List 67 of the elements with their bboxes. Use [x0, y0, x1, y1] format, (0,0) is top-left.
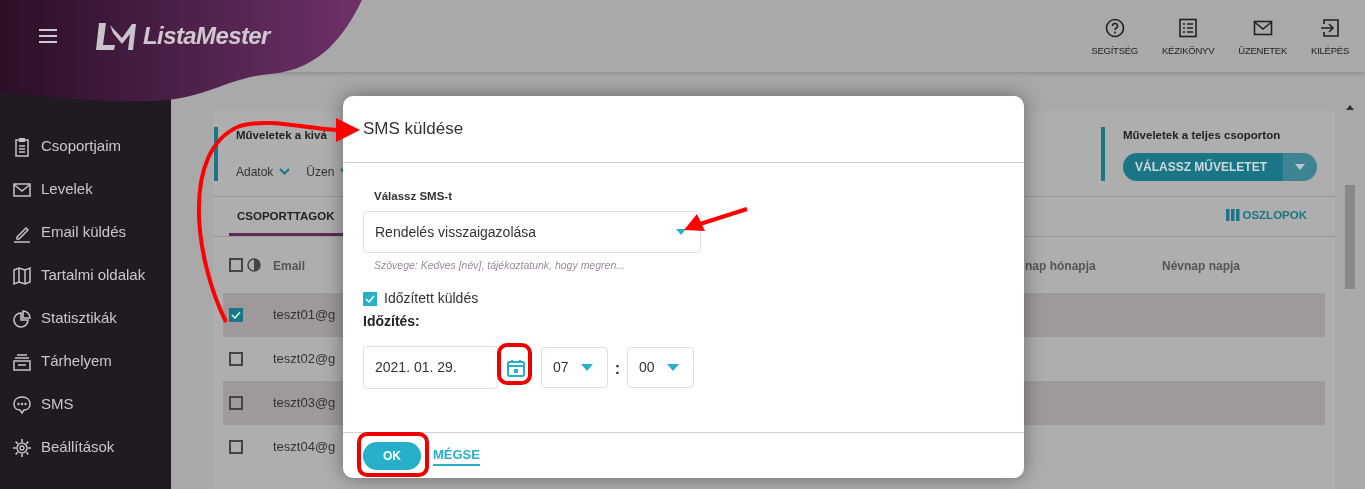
section-title: Műveletek a kivá	[236, 127, 328, 143]
chat-icon	[12, 394, 32, 415]
dialog-title: SMS küldése	[363, 118, 464, 141]
header-action-button[interactable]: SEGÍTSÉG	[1087, 17, 1142, 59]
table-cell-text: teszt03@g	[273, 394, 336, 413]
column-header: nap hónapja	[1025, 259, 1096, 273]
list-icon	[1178, 17, 1199, 38]
checkbox[interactable]	[363, 291, 377, 306]
section-title: Műveletek a teljes csoporton	[1123, 127, 1282, 143]
menu-dropdown[interactable]: Adatok	[236, 162, 291, 181]
highlight-ring	[497, 343, 532, 385]
header-action-button[interactable]: ÜZENETEK	[1234, 17, 1292, 59]
sidebar-item[interactable]: Tárhelyem	[0, 340, 171, 383]
logo-icon	[95, 21, 137, 51]
book-icon	[12, 265, 32, 286]
clipboard-icon	[12, 136, 32, 157]
table-cell-text: teszt02@g	[273, 350, 336, 369]
sms-select[interactable]: Rendelés visszaigazolása	[363, 211, 701, 254]
contrast-icon	[247, 258, 261, 272]
columns-icon	[1226, 209, 1241, 222]
menu-icon[interactable]	[39, 29, 57, 43]
highlight-ring	[357, 432, 429, 477]
dropdown-button[interactable]	[1283, 152, 1317, 181]
sidebar-item[interactable]: Tartalmi oldalak	[0, 254, 171, 297]
checkbox[interactable]	[229, 352, 243, 366]
chevron-down-icon	[279, 168, 291, 175]
caret-down-icon	[676, 229, 686, 236]
sidebar-item[interactable]: SMS	[0, 383, 171, 426]
action-button[interactable]: VÁLASSZ MŰVELETET	[1123, 152, 1283, 181]
exit-icon	[1320, 17, 1340, 38]
caret-down-icon	[1295, 163, 1305, 170]
checkbox-label: Időzített küldés	[384, 289, 479, 308]
arrow-annotation	[684, 207, 748, 231]
checkbox[interactable]	[229, 258, 243, 272]
section-label: Időzítés:	[363, 312, 421, 331]
checkmark-icon	[231, 311, 241, 319]
checkbox[interactable]	[229, 308, 243, 322]
column-header: Email	[273, 259, 305, 273]
sidebar-item[interactable]: Beállítások	[0, 426, 171, 469]
time-select[interactable]: 00	[627, 347, 694, 388]
table-cell-text: teszt04@g	[273, 438, 336, 457]
date-field[interactable]: 2021. 01. 29.	[363, 346, 498, 389]
gear-icon	[12, 437, 32, 458]
sidebar-item[interactable]: Levelek	[0, 168, 171, 211]
checkbox[interactable]	[229, 396, 243, 410]
table-cell-text: teszt01@g	[273, 306, 336, 325]
time-separator: :	[613, 359, 622, 379]
field-label: Válassz SMS-t	[374, 189, 453, 204]
scroll-up-icon[interactable]	[1346, 105, 1354, 110]
hint-text: Szövege: Kedves [név], tájékoztatunk, hogy megren...	[374, 258, 626, 274]
caret-down-icon	[581, 364, 593, 371]
caret-down-icon	[667, 364, 679, 371]
time-select[interactable]: 07	[541, 347, 608, 388]
tray-icon	[12, 351, 32, 372]
sidebar-item[interactable]: Csoportjaim	[0, 125, 171, 168]
sidebar-item[interactable]: Email küldés	[0, 211, 171, 254]
checkbox[interactable]	[229, 440, 243, 454]
header-action-button[interactable]: KILÉPÉS	[1307, 17, 1353, 59]
column-header: Névnap napja	[1162, 259, 1241, 273]
scrollbar-thumb[interactable]	[1345, 185, 1355, 289]
help-icon	[1104, 17, 1125, 38]
calendar-icon[interactable]	[506, 357, 526, 378]
header-action-button[interactable]: KÉZIKÖNYV	[1158, 17, 1219, 59]
sidebar-item[interactable]: Statisztikák	[0, 297, 171, 340]
pie-chart-icon	[12, 308, 32, 329]
checkmark-icon	[365, 294, 375, 303]
logo-text: ListaMester	[143, 21, 270, 51]
